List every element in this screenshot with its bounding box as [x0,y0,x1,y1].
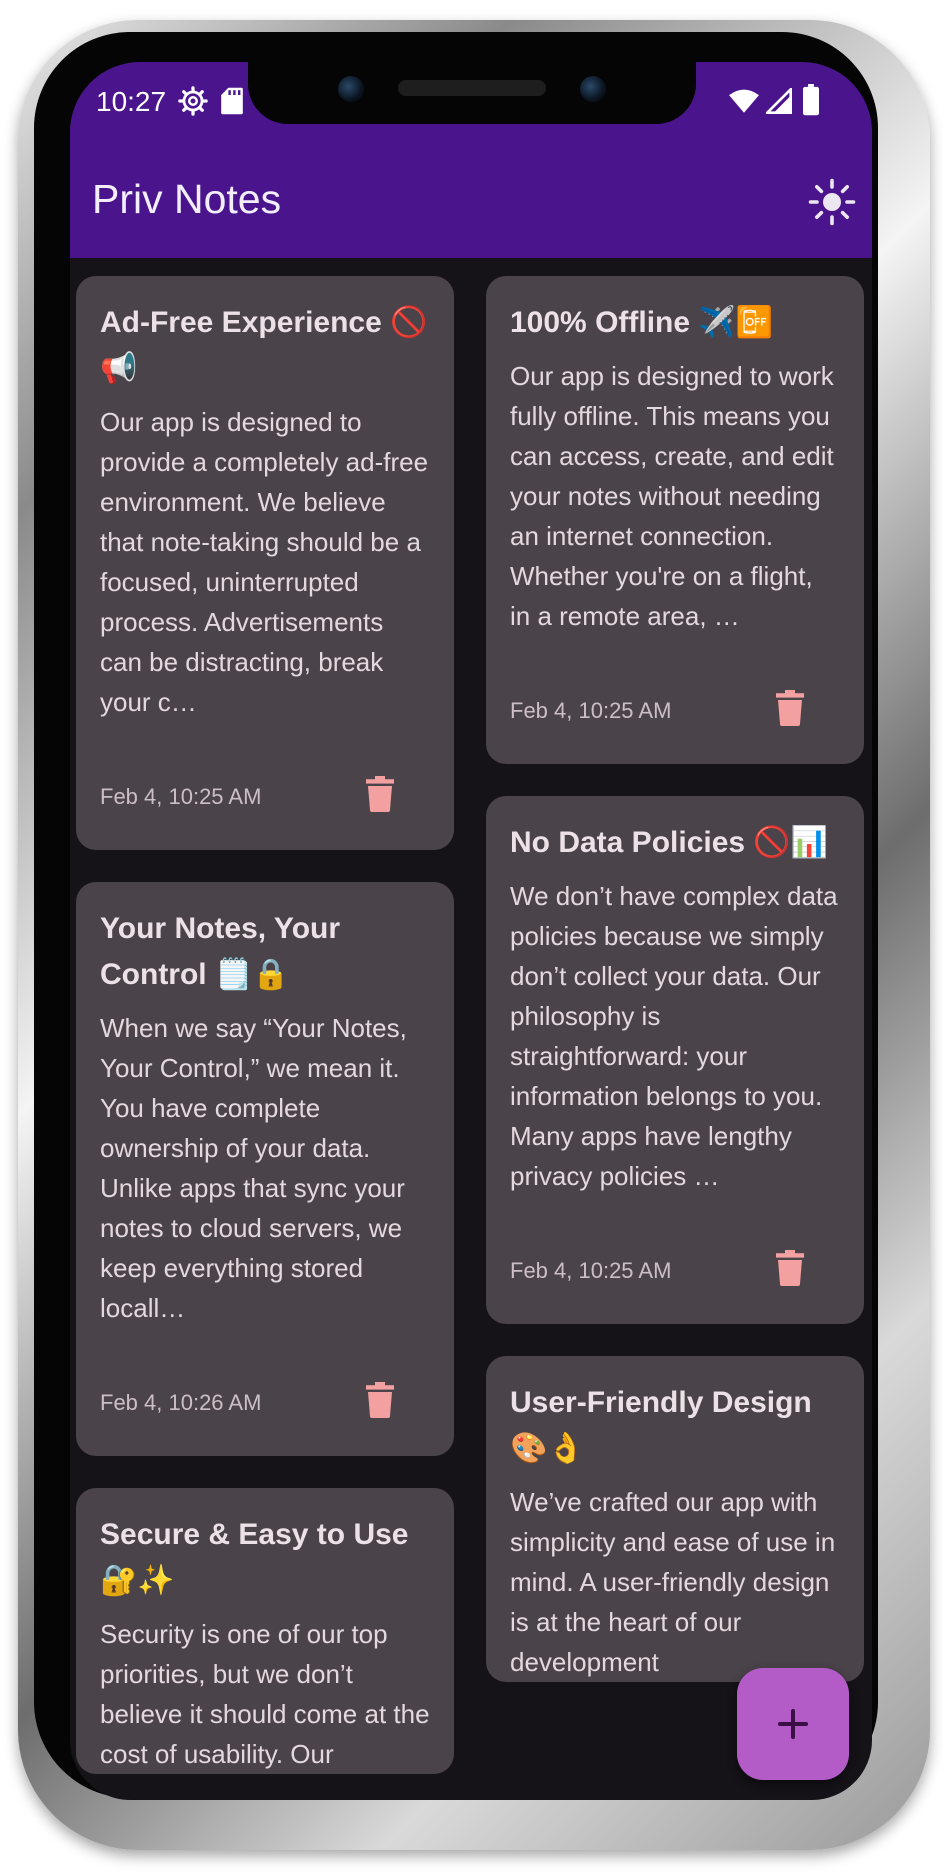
note-body: We don’t have complex data policies beca… [510,881,838,1191]
notes-column-left: Ad-Free Experience 🚫📢 Our app is designe… [76,276,454,1800]
note-title: No Data Policies 🚫📊 [510,826,829,859]
note-body: Security is one of our top priorities, b… [100,1619,430,1769]
status-time: 10:27 [96,86,167,117]
note-card[interactable]: User-Friendly Design 🎨👌 We’ve crafted ou… [486,1356,864,1682]
note-card[interactable]: No Data Policies 🚫📊 We don’t have comple… [486,796,864,1324]
note-title: 100% Offline ✈️📴 [510,306,774,339]
note-body: Our app is designed to provide a complet… [100,407,429,717]
plus-icon [778,1709,808,1739]
note-title: Your Notes, Your Control 🗒️🔒 [100,912,341,991]
note-footer: Feb 4, 10:25 AM [510,636,840,764]
notes-grid: Ad-Free Experience 🚫📢 Our app is designe… [70,258,872,1800]
note-footer: Feb 4, 10:25 AM [510,1196,840,1324]
note-date: Feb 4, 10:25 AM [510,1258,672,1283]
note-card[interactable]: Secure & Easy to Use 🔐✨ Security is one … [76,1488,454,1774]
note-card[interactable]: Your Notes, Your Control 🗒️🔒 When we say… [76,882,454,1456]
note-title: User-Friendly Design 🎨👌 [510,1386,812,1465]
note-date: Feb 4, 10:25 AM [100,784,262,809]
note-date: Feb 4, 10:26 AM [100,1390,262,1415]
app-title: Priv Notes [92,176,282,222]
note-body: We’ve crafted our app with simplicity an… [510,1487,836,1677]
delete-icon[interactable] [776,1250,804,1286]
delete-icon[interactable] [366,1382,394,1418]
delete-icon[interactable] [366,776,394,812]
note-card[interactable]: Ad-Free Experience 🚫📢 Our app is designe… [76,276,454,850]
app-screen: 10:27 Priv Notes Ad-Free Experience 🚫📢 O… [70,62,872,1800]
note-date: Feb 4, 10:25 AM [510,698,672,723]
settings-icon [178,86,208,116]
sd-card-icon [221,87,243,115]
notes-column-right: 100% Offline ✈️📴 Our app is designed to … [486,276,864,1714]
signal-icon [766,88,792,114]
delete-icon[interactable] [776,690,804,726]
app-bar: 10:27 Priv Notes [70,62,872,258]
sun-icon[interactable] [808,178,856,226]
wifi-icon [729,89,759,113]
add-note-button[interactable] [737,1668,849,1780]
note-title: Secure & Easy to Use 🔐✨ [100,1518,409,1597]
note-card[interactable]: 100% Offline ✈️📴 Our app is designed to … [486,276,864,764]
camera-notch [248,62,696,124]
note-footer: Feb 4, 10:25 AM [100,722,430,850]
note-body: Our app is designed to work fully offlin… [510,361,834,631]
note-body: When we say “Your Notes, Your Control,” … [100,1013,407,1323]
note-title: Ad-Free Experience 🚫📢 [100,306,428,385]
battery-icon [803,84,819,116]
note-footer: Feb 4, 10:26 AM [100,1328,430,1456]
